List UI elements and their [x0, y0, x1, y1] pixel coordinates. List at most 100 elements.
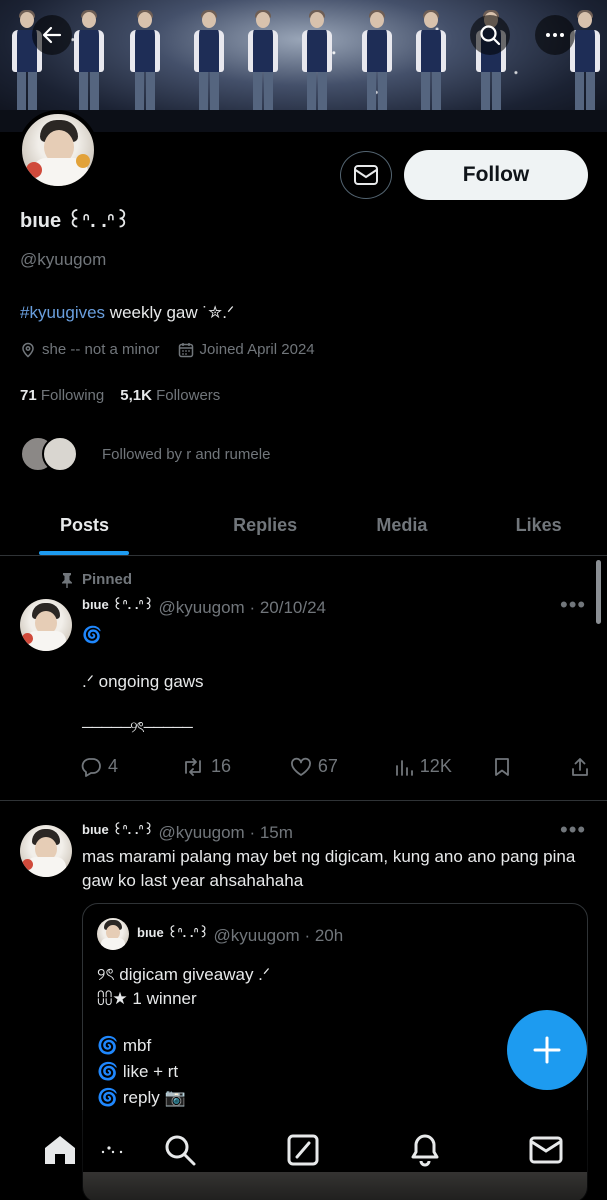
profile-banner[interactable] [0, 0, 607, 132]
quoted-line: 🌀 like + rt [97, 1062, 179, 1081]
views-icon [395, 759, 413, 776]
like-button[interactable]: 67 [290, 756, 394, 777]
quoted-line: 🌀 mbf [97, 1036, 152, 1055]
share-icon [572, 757, 588, 776]
profile-handle: @kyuugom [20, 250, 107, 269]
post-more-button[interactable]: ••• [560, 592, 586, 618]
profile-meta: she -- not a minor Joined April 2024 [20, 341, 315, 358]
quoted-author: bıue ꒰ᐢ. .ᐢ꒱ [137, 925, 209, 940]
grok-icon [287, 1134, 319, 1166]
quoted-header: bıue ꒰ᐢ. .ᐢ꒱ @kyuugom · 20h [137, 924, 343, 946]
repost-icon [185, 757, 201, 776]
post-header: bıue ꒰ᐢ. .ᐢ꒱ @kyuugom · 15m [82, 821, 293, 843]
back-button[interactable] [32, 15, 72, 55]
back-arrow-icon [42, 26, 62, 44]
search-icon [480, 25, 501, 46]
nav-home[interactable] [40, 1130, 80, 1170]
plus-icon [533, 1036, 561, 1064]
pinned-indicator: Pinned [60, 571, 132, 588]
compose-button[interactable] [507, 1010, 587, 1090]
followers-count: 5,1K [120, 387, 152, 404]
more-options-button[interactable] [535, 15, 575, 55]
post-text: mas marami palang may bet ng digicam, ku… [82, 847, 576, 890]
post-avatar[interactable] [20, 599, 72, 651]
post-meta: @kyuugom · 20/10/24 [158, 598, 327, 617]
search-icon [165, 1135, 196, 1166]
reply-count: 4 [108, 756, 119, 776]
bell-icon [411, 1134, 439, 1167]
joined-text: Joined April 2024 [199, 341, 315, 358]
following-link[interactable]: 71 Following [20, 387, 104, 404]
banner-figure [246, 10, 280, 122]
banner-figure [128, 10, 162, 122]
banner-figure [192, 10, 226, 122]
post-emoji: 🌀 [82, 627, 102, 644]
post-header: bıue ꒰ᐢ. .ᐢ꒱ @kyuugom · 20/10/24 [82, 596, 326, 618]
tab-media[interactable]: Media [334, 496, 471, 555]
post-meta: @kyuugom · 15m [158, 823, 293, 842]
banner-figure [300, 10, 334, 122]
post-actions: 4 16 67 12K [80, 756, 590, 777]
tab-likes[interactable]: Likes [470, 496, 607, 555]
location-pin-icon [22, 342, 34, 357]
nav-grok[interactable] [94, 1130, 134, 1170]
bookmark-icon [494, 757, 509, 776]
bio-hashtag[interactable]: #kyuugives [20, 303, 105, 322]
pinned-post[interactable]: Pinned bıue ꒰ᐢ. .ᐢ꒱ @kyuugom · 20/10/24 … [0, 556, 607, 800]
nav-grok-slash[interactable] [283, 1130, 323, 1170]
sparkle-icon [101, 1146, 123, 1154]
post-author[interactable]: bıue ꒰ᐢ. .ᐢ꒱ [82, 822, 154, 837]
banner-figure [414, 10, 448, 122]
follow-button[interactable]: Follow [404, 150, 588, 200]
message-button[interactable] [340, 151, 392, 199]
followed-by[interactable]: Followed by r and rumele [20, 436, 270, 472]
calendar-icon [178, 342, 193, 357]
bookmark-button[interactable] [493, 757, 570, 777]
post-more-button[interactable]: ••• [560, 817, 586, 843]
location-item: she -- not a minor [20, 341, 160, 358]
follower-avatar [42, 436, 78, 472]
views-count: 12K [419, 756, 452, 776]
pin-icon [62, 572, 72, 588]
banner-figure [72, 10, 106, 122]
followed-by-text: Followed by r and rumele [102, 445, 271, 463]
more-icon [546, 33, 564, 37]
banner-figure [360, 10, 394, 122]
bottom-nav [0, 1110, 607, 1200]
followers-label: Followers [156, 387, 221, 404]
following-label: Following [40, 387, 105, 404]
views-button[interactable]: 12K [394, 756, 493, 777]
profile-bio: #kyuugives weekly gaw ˙✮.ᐟ [20, 303, 234, 323]
search-button[interactable] [470, 15, 510, 55]
heart-icon [290, 757, 311, 776]
mail-icon [354, 165, 378, 185]
nav-notifications[interactable] [405, 1130, 445, 1170]
post-text: .ᐟ ongoing gaws [82, 672, 204, 691]
quoted-line: 🌀 reply 📷 [97, 1088, 186, 1107]
following-count: 71 [20, 387, 37, 404]
quoted-line: ୨ৎ digicam giveaway .ᐟ [97, 965, 271, 984]
profile-avatar[interactable] [18, 110, 98, 190]
home-icon [45, 1136, 75, 1164]
repost-count: 16 [210, 756, 231, 776]
post-avatar[interactable] [20, 825, 72, 877]
repost-button[interactable]: 16 [181, 756, 290, 777]
reply-button[interactable]: 4 [80, 756, 181, 777]
profile-tabs: Posts Replies Media Likes [0, 496, 607, 556]
quoted-meta: @kyuugom · 20h [213, 926, 344, 945]
quoted-line: ⩇⩇★ 1 winner [97, 989, 197, 1008]
followers-link[interactable]: 5,1K Followers [120, 387, 220, 404]
share-button[interactable] [570, 757, 590, 777]
post-divider-text: ─────୨ৎ───── [82, 719, 193, 736]
tab-posts[interactable]: Posts [0, 496, 197, 555]
pinned-label: Pinned [82, 571, 133, 588]
nav-search[interactable] [160, 1130, 200, 1170]
mail-icon [529, 1136, 563, 1164]
post-author[interactable]: bıue ꒰ᐢ. .ᐢ꒱ [82, 597, 154, 612]
like-count: 67 [317, 756, 338, 776]
bio-text: weekly gaw ˙✮.ᐟ [105, 303, 235, 322]
tab-replies[interactable]: Replies [197, 496, 334, 555]
nav-messages[interactable] [526, 1130, 566, 1170]
joined-item: Joined April 2024 [178, 341, 315, 358]
location-text: she -- not a minor [42, 341, 160, 358]
